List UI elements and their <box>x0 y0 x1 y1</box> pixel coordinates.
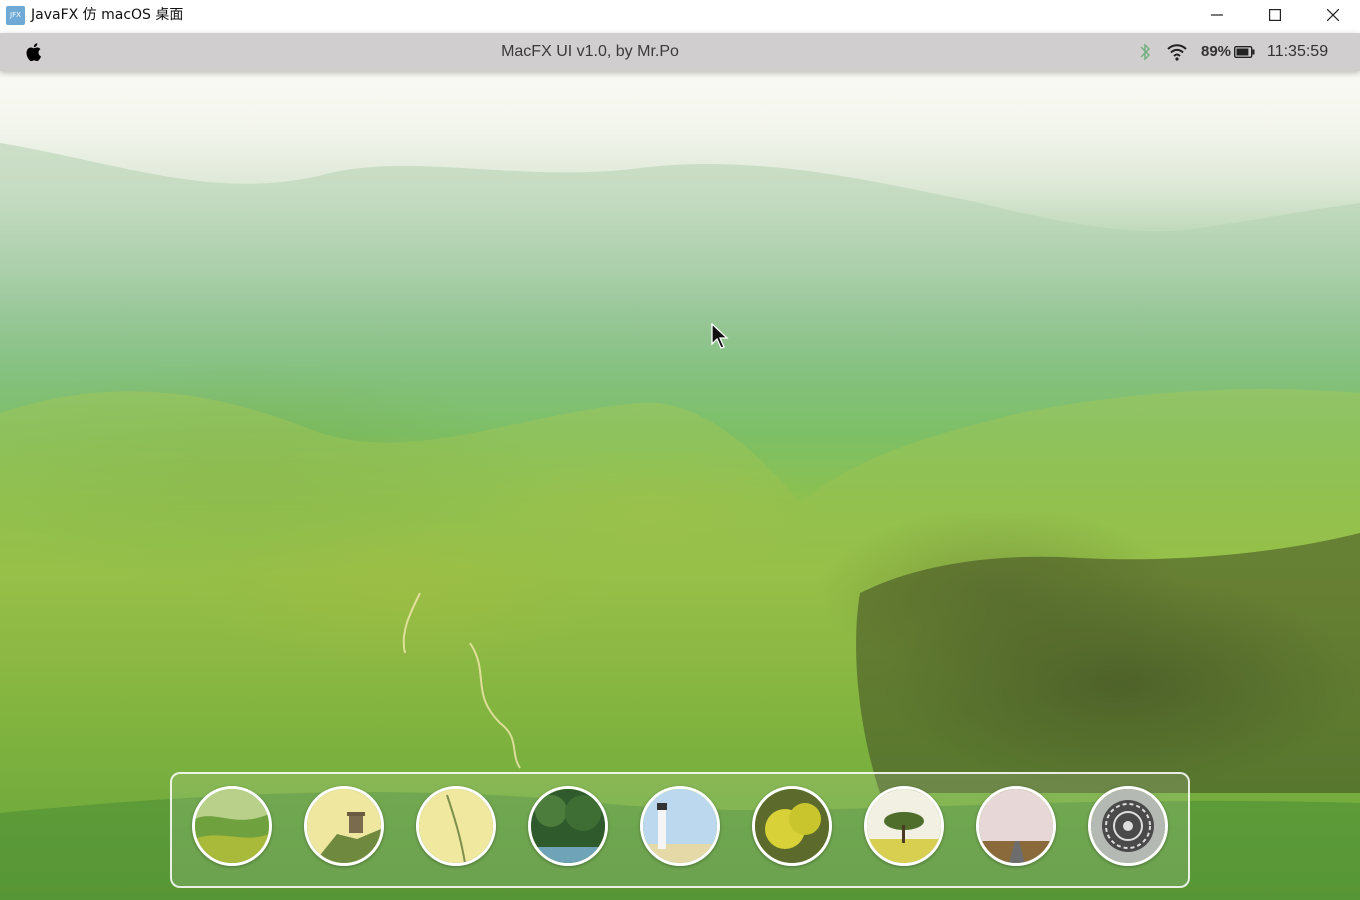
gear-icon <box>1091 789 1165 863</box>
dock-item-yellow-tree[interactable] <box>752 786 832 866</box>
menubar: MacFX UI v1.0, by Mr.Po 89% 11:35:59 <box>0 33 1360 71</box>
maximize-button[interactable] <box>1246 0 1304 30</box>
great-wall-icon <box>307 789 381 863</box>
battery-icon[interactable] <box>1234 46 1255 58</box>
dock-item-settings[interactable] <box>1088 786 1168 866</box>
desktop-wallpaper[interactable] <box>0 33 1360 900</box>
window-title: JavaFX 仿 macOS 桌面 <box>31 7 184 23</box>
forest-icon <box>531 789 605 863</box>
arrow-cursor-icon <box>711 323 729 349</box>
leaf-icon <box>419 789 493 863</box>
yellow-tree-icon <box>755 789 829 863</box>
dock-item-lone-tree[interactable] <box>864 786 944 866</box>
menubar-title: MacFX UI v1.0, by Mr.Po <box>501 43 679 60</box>
minimize-button[interactable] <box>1188 0 1246 30</box>
window-titlebar: JFX JavaFX 仿 macOS 桌面 <box>0 0 1360 33</box>
javafx-app-icon: JFX <box>6 6 25 25</box>
wifi-icon[interactable] <box>1166 43 1188 61</box>
battery-percent: 89% <box>1201 43 1232 60</box>
maximize-icon <box>1269 9 1281 21</box>
dock-item-great-wall[interactable] <box>304 786 384 866</box>
dock <box>170 772 1190 888</box>
minimize-icon <box>1211 14 1223 16</box>
wallpaper-landscape <box>0 143 1360 900</box>
dock-item-valley[interactable] <box>192 786 272 866</box>
valley-icon <box>195 789 269 863</box>
dock-item-lighthouse[interactable] <box>640 786 720 866</box>
bluetooth-icon[interactable] <box>1137 42 1153 62</box>
dock-item-road[interactable] <box>976 786 1056 866</box>
dock-item-forest[interactable] <box>528 786 608 866</box>
close-icon <box>1327 9 1339 21</box>
lone-tree-icon <box>867 789 941 863</box>
clock[interactable]: 11:35:59 <box>1267 33 1328 71</box>
lighthouse-icon <box>643 789 717 863</box>
dock-item-leaf[interactable] <box>416 786 496 866</box>
road-icon <box>979 789 1053 863</box>
close-button[interactable] <box>1304 0 1360 30</box>
